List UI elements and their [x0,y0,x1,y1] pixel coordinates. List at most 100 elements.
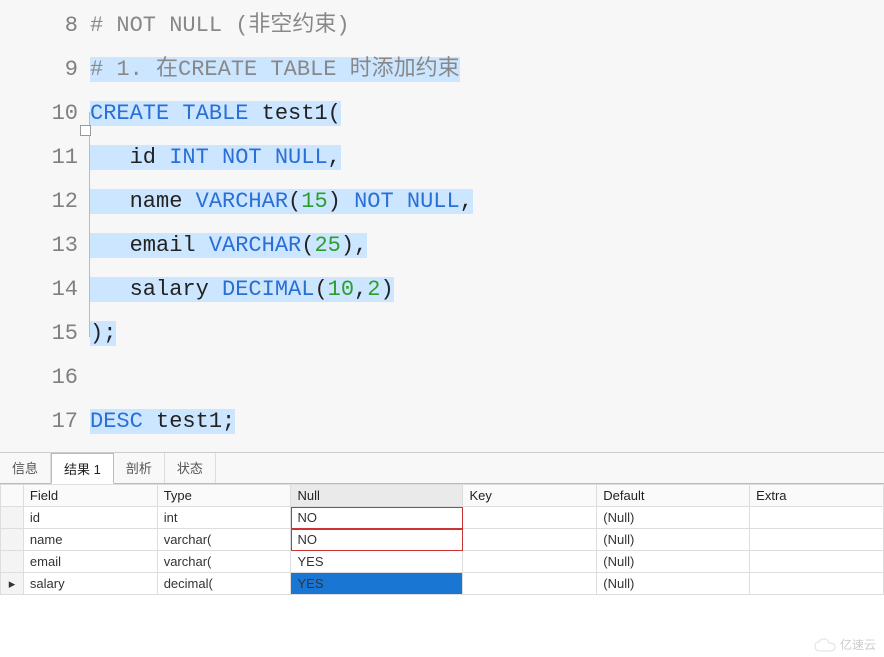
line-number[interactable]: 11 [0,136,90,180]
tab-0[interactable]: 信息 [0,453,51,483]
cell-field[interactable]: id [23,507,157,529]
cell-null[interactable]: NO [291,529,463,551]
table-row[interactable]: ▸salarydecimal(YES (Null) [1,573,884,595]
code-line[interactable]: 16 [0,356,884,400]
token: ( [328,101,341,126]
cell-field[interactable]: salary [23,573,157,595]
token: ) [341,233,354,258]
cell-key[interactable] [463,573,597,595]
cell-key[interactable] [463,529,597,551]
tab-1[interactable]: 结果 1 [51,453,114,484]
column-header[interactable]: Default [597,485,750,507]
token [196,233,209,258]
cell-key[interactable] [463,507,597,529]
column-header[interactable]: Key [463,485,597,507]
token: ) [380,277,393,302]
cell-type[interactable]: decimal( [157,573,291,595]
row-marker [1,529,24,551]
code-content[interactable]: name VARCHAR(15) NOT NULL, [90,180,884,224]
cell-field[interactable]: name [23,529,157,551]
result-grid[interactable]: FieldTypeNullKeyDefaultExtraidintNO(Null… [0,484,884,595]
line-number[interactable]: 15 [0,312,90,356]
cell-default[interactable]: (Null) [597,573,750,595]
line-number[interactable]: 12 [0,180,90,224]
table-header-row: FieldTypeNullKeyDefaultExtra [1,485,884,507]
tab-2[interactable]: 剖析 [114,453,165,483]
token: ( [288,189,301,214]
column-header[interactable]: Null [291,485,463,507]
line-number[interactable]: 17 [0,400,90,444]
token: VARCHAR [209,233,301,258]
token: # NOT NULL (非空约束) [90,13,350,38]
token [90,365,103,390]
line-number[interactable]: 9 [0,48,90,92]
code-content[interactable]: id INT NOT NULL, [90,136,884,180]
code-line[interactable]: 12 name VARCHAR(15) NOT NULL, [0,180,884,224]
code-content[interactable]: DESC test1; [90,400,884,444]
cell-type[interactable]: varchar( [157,551,291,573]
table-row[interactable]: idintNO (Null) [1,507,884,529]
code-line[interactable]: 11 id INT NOT NULL, [0,136,884,180]
token: NOT NULL [354,189,460,214]
token [248,101,261,126]
code-content[interactable]: salary DECIMAL(10,2) [90,268,884,312]
cell-key[interactable] [463,551,597,573]
cell-type[interactable]: int [157,507,291,529]
token: VARCHAR [196,189,288,214]
line-number[interactable]: 8 [0,4,90,48]
cell-field[interactable]: email [23,551,157,573]
cell-extra[interactable] [750,507,884,529]
code-content[interactable] [90,356,884,400]
code-content[interactable]: # NOT NULL (非空约束) [90,4,884,48]
cell-default[interactable]: (Null) [597,551,750,573]
column-header[interactable]: Type [157,485,291,507]
code-content[interactable]: # 1. 在CREATE TABLE 时添加约束 [90,48,884,92]
code-content[interactable]: CREATE TABLE test1( [90,92,884,136]
cell-extra[interactable] [750,529,884,551]
table-row[interactable]: emailvarchar(YES (Null) [1,551,884,573]
token: , [460,189,473,214]
code-content[interactable]: email VARCHAR(25), [90,224,884,268]
token: 10 [328,277,354,302]
code-editor[interactable]: 8# NOT NULL (非空约束)9# 1. 在CREATE TABLE 时添… [0,0,884,452]
token: ( [314,277,327,302]
cell-type[interactable]: varchar( [157,529,291,551]
line-number[interactable]: 16 [0,356,90,400]
token: salary [130,277,209,302]
token [90,277,130,302]
token: email [130,233,196,258]
result-tabs: 信息结果 1剖析状态 [0,453,884,484]
row-marker: ▸ [1,573,24,595]
tab-3[interactable]: 状态 [165,453,216,483]
cell-null[interactable]: YES [291,573,463,595]
token [209,277,222,302]
code-line[interactable]: 9# 1. 在CREATE TABLE 时添加约束 [0,48,884,92]
code-line[interactable]: 15); [0,312,884,356]
code-line[interactable]: 8# NOT NULL (非空约束) [0,4,884,48]
cell-null[interactable]: NO [291,507,463,529]
cell-null[interactable]: YES [291,551,463,573]
watermark-text: 亿速云 [840,636,876,653]
token: , [354,277,367,302]
token: name [130,189,183,214]
line-number[interactable]: 10 [0,92,90,136]
line-number[interactable]: 14 [0,268,90,312]
code-content[interactable]: ); [90,312,884,356]
code-line[interactable]: 17DESC test1; [0,400,884,444]
table-row[interactable]: namevarchar(NO (Null) [1,529,884,551]
token [182,189,195,214]
token [90,233,130,258]
cell-default[interactable]: (Null) [597,507,750,529]
column-header[interactable]: Extra [750,485,884,507]
cell-extra[interactable] [750,551,884,573]
code-line[interactable]: 10CREATE TABLE test1( [0,92,884,136]
watermark: 亿速云 [814,636,876,653]
column-header[interactable]: Field [23,485,157,507]
cell-default[interactable]: (Null) [597,529,750,551]
line-number[interactable]: 13 [0,224,90,268]
cell-extra[interactable] [750,573,884,595]
code-line[interactable]: 14 salary DECIMAL(10,2) [0,268,884,312]
code-line[interactable]: 13 email VARCHAR(25), [0,224,884,268]
row-marker [1,507,24,529]
row-marker [1,551,24,573]
